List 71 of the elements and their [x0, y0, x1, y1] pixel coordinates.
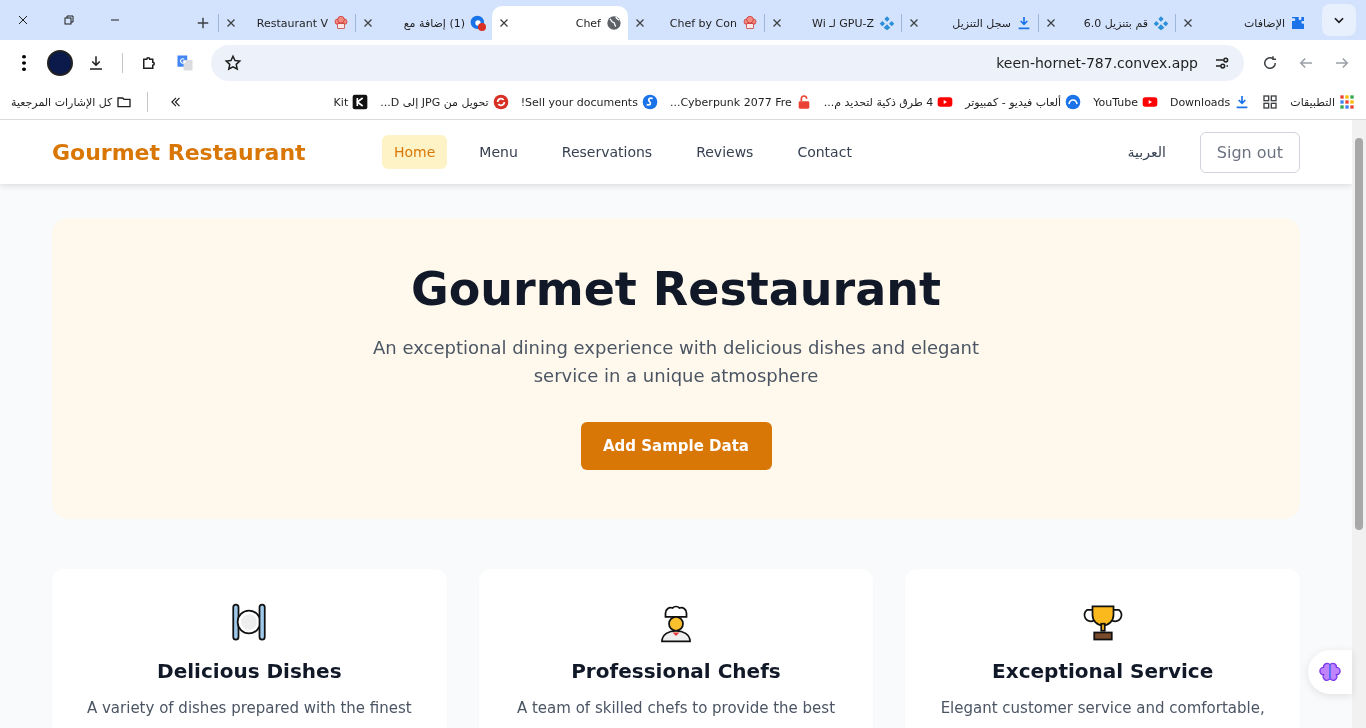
nav-link[interactable]: Contact [785, 135, 864, 169]
download-icon [87, 53, 105, 72]
diamond-drop-icon [879, 15, 895, 31]
star-icon [224, 53, 242, 72]
hero-title: Gourmet Restaurant [410, 262, 942, 316]
close-icon[interactable] [771, 17, 783, 29]
bookmark[interactable]: Sell your documents! [517, 90, 661, 114]
folder-icon [116, 94, 133, 110]
convert-arrows-icon [492, 94, 509, 110]
chef-hat-icon [333, 15, 349, 31]
browser-tab[interactable]: Restaurant V [219, 6, 355, 40]
tab-groups-icon [1262, 94, 1279, 110]
bookmark[interactable]: Kit [330, 90, 372, 114]
bookmark[interactable]: التطبيقات [1287, 90, 1358, 114]
reload-icon [1261, 53, 1279, 72]
diamond-drop-icon [1153, 15, 1169, 31]
browser-tab[interactable]: GPU-Z لـ Wi [765, 6, 901, 40]
chef-hat-icon [742, 15, 758, 31]
translate-icon [176, 53, 194, 72]
feature-title: Exceptional Service [992, 659, 1214, 683]
bookmark[interactable]: تحويل من JPG إلى D... [377, 90, 512, 114]
close-icon[interactable] [1045, 17, 1057, 29]
feature-text: Elegant customer service and comfortable, [940, 699, 1265, 717]
bookmark[interactable]: Cyberpunk 2077 Fre... [666, 90, 815, 114]
bookmark[interactable]: Downloads [1166, 90, 1254, 114]
globe-icon [606, 15, 622, 31]
restore-icon [63, 14, 75, 26]
bookmark[interactable]: ألعاب فيديو - كمبيوتر [962, 90, 1085, 114]
play-icon [937, 94, 954, 110]
notification-icon [470, 15, 486, 31]
scrollbar[interactable] [1352, 120, 1366, 728]
close-icon[interactable] [498, 17, 510, 29]
nav-link[interactable]: Reviews [684, 135, 766, 169]
feature-text: A team of skilled chefs to provide the best [516, 699, 835, 717]
k-logo-icon [352, 94, 369, 110]
nav-link[interactable]: Reservations [549, 135, 665, 169]
hero-subtitle: An exceptional dining experience with delicious dishes and elegant service in a unique atmosphere [372, 336, 980, 388]
nav-link[interactable]: Menu [467, 135, 530, 169]
s-logo-icon [641, 94, 658, 110]
brain-icon [1319, 661, 1341, 683]
bookmark[interactable]: YouTube [1090, 90, 1161, 114]
plus-icon [196, 15, 210, 30]
address-bar[interactable]: keen-hornet-787.convex.app [211, 44, 1244, 81]
close-icon[interactable] [362, 17, 374, 29]
sign-out-button[interactable]: Sign out [1199, 131, 1300, 173]
browser-tab[interactable]: الإضافات [1176, 6, 1312, 40]
url-text: keen-hornet-787.convex.app [995, 54, 1198, 71]
all-bookmarks[interactable]: كل الإشارات المرجعية [8, 90, 136, 114]
scrollbar-thumb[interactable] [1355, 138, 1363, 530]
apps-grid-icon [1339, 94, 1355, 110]
bookmark[interactable]: 4 طرق ذكية لتحديد م... [820, 90, 957, 114]
browser-tab[interactable]: سجل التنزيل [902, 6, 1038, 40]
browser-tab[interactable]: (1) إضافة مع [356, 6, 492, 40]
assistant-button[interactable] [1308, 650, 1352, 694]
play-icon [1141, 94, 1158, 110]
feature-text: A variety of dishes prepared with the finest [86, 699, 412, 717]
browser-tab[interactable]: Chef by Con [628, 6, 764, 40]
close-icon[interactable] [225, 17, 237, 29]
close-icon [17, 14, 29, 26]
browser-tab[interactable]: Chef [492, 6, 628, 40]
close-icon[interactable] [908, 17, 920, 29]
browser-tab[interactable]: قم بتنزيل 6.0 [1039, 6, 1175, 40]
avatar-icon [47, 49, 73, 76]
language-button[interactable]: العربية [1121, 143, 1172, 161]
more-vertical-icon [22, 54, 26, 71]
download-icon [1016, 15, 1032, 31]
puzzle-icon [1290, 15, 1306, 31]
feature-title: Delicious Dishes [157, 659, 342, 683]
feature-title: Professional Chefs [571, 659, 781, 683]
close-icon[interactable] [634, 17, 646, 29]
close-icon[interactable] [1182, 17, 1194, 29]
